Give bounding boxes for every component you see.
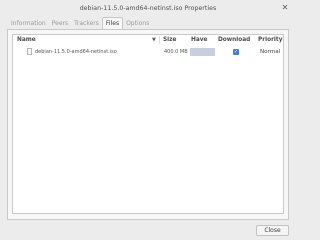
file-name: debian-11.5.0-amd64-netinst.iso: [35, 49, 117, 55]
tab-options[interactable]: Options: [123, 18, 152, 29]
title-bar: debian-11.5.0-amd64-netinst.iso Properti…: [0, 0, 296, 16]
have-progress-bar: [190, 48, 215, 56]
tab-trackers[interactable]: Trackers: [71, 18, 102, 29]
tab-information[interactable]: Information: [8, 18, 49, 29]
file-priority[interactable]: Normal: [260, 48, 280, 56]
file-row[interactable]: debian-11.5.0-amd64-netinst.iso 400.0 MB…: [13, 47, 283, 57]
file-list-header: Name ▼ Size Have Download Priority: [13, 35, 283, 45]
column-header-size[interactable]: Size: [163, 36, 176, 44]
window-title: debian-11.5.0-amd64-netinst.iso Properti…: [79, 4, 217, 12]
properties-window: debian-11.5.0-amd64-netinst.iso Properti…: [0, 0, 296, 240]
column-header-download[interactable]: Download: [218, 36, 250, 44]
file-icon: [27, 48, 32, 55]
tab-bar: Information Peers Trackers Files Options: [8, 17, 152, 29]
tab-peers[interactable]: Peers: [49, 18, 71, 29]
file-list[interactable]: Name ▼ Size Have Download Priority debia…: [12, 34, 284, 214]
tab-files[interactable]: Files: [101, 17, 124, 29]
download-checkbox[interactable]: ✓: [233, 49, 239, 55]
column-header-have[interactable]: Have: [191, 36, 207, 44]
sort-descending-icon[interactable]: ▼: [152, 36, 156, 44]
column-separator: [159, 36, 160, 44]
file-size: 400.0 MB: [164, 49, 188, 55]
column-header-priority[interactable]: Priority: [258, 36, 282, 44]
close-window-icon[interactable]: ✕: [280, 3, 290, 13]
close-button[interactable]: Close: [256, 225, 289, 236]
column-header-name[interactable]: Name: [17, 36, 36, 44]
files-panel: Name ▼ Size Have Download Priority debia…: [7, 29, 289, 220]
